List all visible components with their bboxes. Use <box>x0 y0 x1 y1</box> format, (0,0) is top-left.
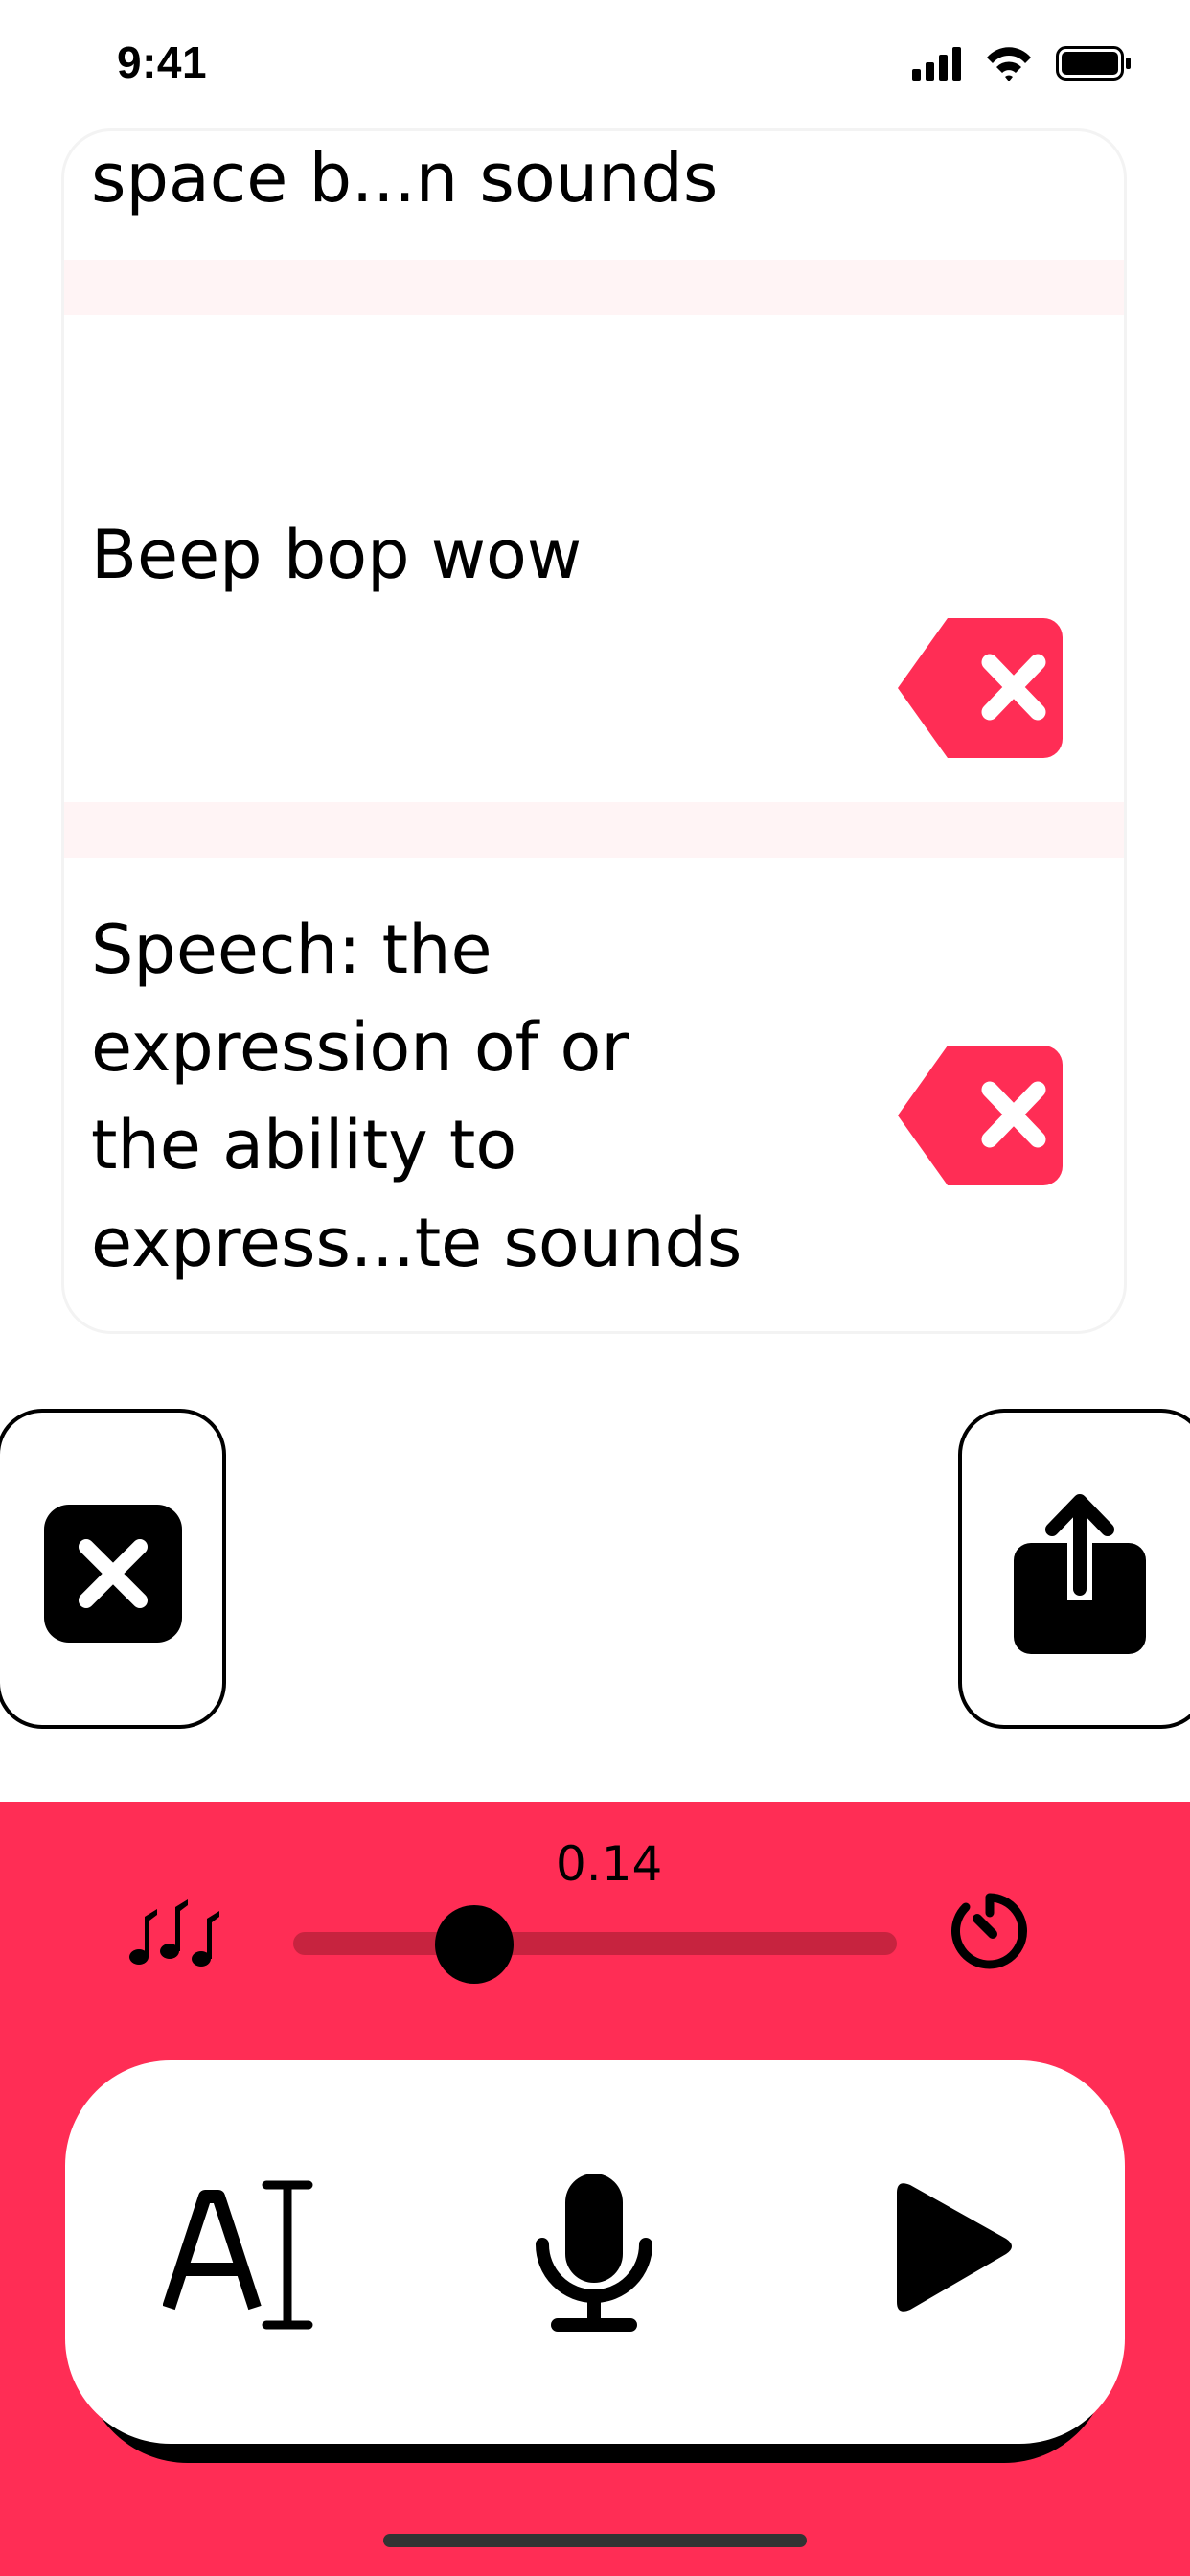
phrase-text: space b...n sounds <box>91 139 719 218</box>
cellular-signal-icon <box>912 47 961 80</box>
delete-phrase-button[interactable] <box>898 618 1063 758</box>
phrase-text: Beep bop wow <box>91 516 583 594</box>
phrase-list[interactable]: space b...n sounds Beep bop wow Speech: … <box>61 128 1127 1334</box>
rate-slider-thumb[interactable] <box>435 1905 514 1984</box>
music-notes-button[interactable] <box>128 1894 220 1970</box>
timer-icon <box>951 1893 1027 1969</box>
status-bar: 9:41 <box>0 0 1190 126</box>
rate-value: 0.14 <box>556 1836 663 1892</box>
close-square-icon <box>44 1505 182 1643</box>
share-icon <box>1014 1494 1146 1654</box>
row-separator <box>64 802 1124 858</box>
play-icon <box>897 2183 1012 2312</box>
timer-button[interactable] <box>949 1890 1031 1972</box>
main-toolbar <box>65 2060 1125 2444</box>
delete-backspace-icon <box>898 1046 1063 1185</box>
close-button[interactable] <box>0 1409 226 1729</box>
text-cursor-icon <box>163 2180 313 2330</box>
phrase-text: Speech: the expression of or the ability… <box>91 910 743 1282</box>
delete-backspace-icon <box>898 618 1063 758</box>
list-item[interactable]: space b...n sounds <box>64 131 1124 256</box>
list-item[interactable]: Beep bop wow <box>64 315 1124 794</box>
list-item[interactable]: Speech: the expression of or the ability… <box>64 858 1124 1331</box>
delete-phrase-button[interactable] <box>898 1046 1063 1185</box>
wifi-icon <box>987 47 1031 81</box>
row-separator <box>64 260 1124 315</box>
microphone-button[interactable] <box>529 2168 659 2340</box>
status-icons <box>912 44 1133 82</box>
music-notes-icon <box>129 1899 219 1966</box>
battery-icon <box>1056 46 1131 80</box>
play-button[interactable] <box>885 2174 1019 2327</box>
rate-slider-track[interactable] <box>293 1932 897 1955</box>
home-indicator <box>383 2534 807 2547</box>
share-button[interactable] <box>958 1409 1190 1729</box>
status-time: 9:41 <box>117 37 208 87</box>
text-input-button[interactable] <box>163 2174 326 2336</box>
microphone-icon <box>536 2174 652 2332</box>
